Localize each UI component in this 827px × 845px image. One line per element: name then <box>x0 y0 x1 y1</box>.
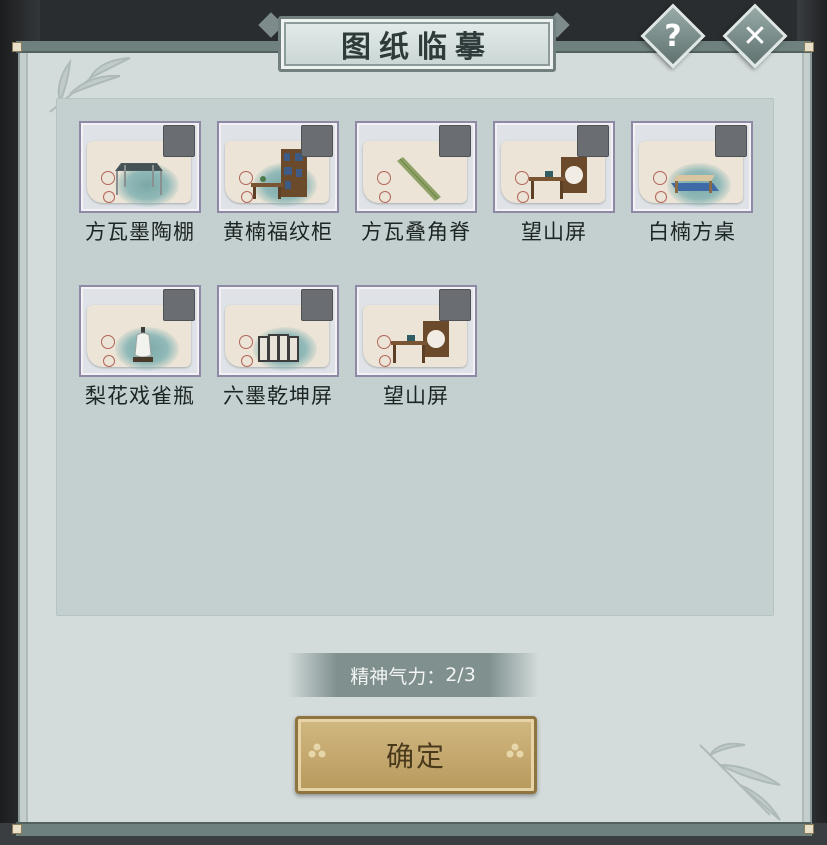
blueprint-thumbnail <box>79 285 201 377</box>
rail-cap <box>804 824 814 834</box>
blueprint-card[interactable]: 方瓦叠角脊 <box>355 121 477 246</box>
item-slot <box>439 125 471 157</box>
item-slot <box>163 289 195 321</box>
item-name: 方瓦叠角脊 <box>361 220 471 244</box>
confirm-label: 确定 <box>385 740 446 773</box>
blueprint-thumbnail <box>493 121 615 213</box>
blueprint-thumbnail <box>217 121 339 213</box>
rail-cap <box>12 824 22 834</box>
blueprint-card[interactable]: 黄楠福纹柜 <box>217 121 339 246</box>
item-name: 梨花戏雀瓶 <box>85 384 195 408</box>
blueprint-card[interactable]: 望山屏 <box>355 285 477 410</box>
blueprint-thumbnail <box>355 121 477 213</box>
page-title: 图纸临摹 <box>341 30 493 65</box>
item-name: 白楠方桌 <box>648 220 736 244</box>
blueprint-card[interactable]: 白楠方桌 <box>631 121 753 246</box>
item-name: 望山屏 <box>521 220 587 244</box>
title-plate: 图纸临摹 <box>278 16 556 72</box>
bamboo-decoration-icon <box>699 742 781 821</box>
item-name: 黄楠福纹柜 <box>223 220 333 244</box>
item-name: 望山屏 <box>383 384 449 408</box>
flower-ornament-icon <box>506 743 524 758</box>
item-slot <box>577 125 609 157</box>
close-icon: ✕ <box>742 18 768 54</box>
rail-cap <box>804 42 814 52</box>
spirit-label: 精神气力： <box>350 665 446 688</box>
blueprint-grid: 方瓦墨陶棚 黄楠福纹柜 方瓦叠角脊 望山屏 白楠方桌 梨花戏雀瓶 六墨乾坤屏 望… <box>56 98 774 616</box>
rail-cap <box>12 42 22 52</box>
item-slot <box>163 125 195 157</box>
blueprint-card[interactable]: 梨花戏雀瓶 <box>79 285 201 410</box>
item-name: 六墨乾坤屏 <box>223 384 333 408</box>
spirit-energy-bar: 精神气力： 2/3 <box>287 653 539 697</box>
item-slot <box>301 125 333 157</box>
blueprint-thumbnail <box>631 121 753 213</box>
flower-ornament-icon <box>308 743 326 758</box>
spirit-value: 2/3 <box>445 664 476 686</box>
blueprint-thumbnail <box>217 285 339 377</box>
item-slot <box>715 125 747 157</box>
confirm-button[interactable]: 确定 <box>295 716 537 794</box>
blueprint-thumbnail <box>355 285 477 377</box>
item-name: 方瓦墨陶棚 <box>85 220 195 244</box>
item-slot <box>439 289 471 321</box>
item-slot <box>301 289 333 321</box>
question-icon: ? <box>664 18 682 54</box>
blueprint-card[interactable]: 方瓦墨陶棚 <box>79 121 201 246</box>
blueprint-card[interactable]: 望山屏 <box>493 121 615 246</box>
blueprint-card[interactable]: 六墨乾坤屏 <box>217 285 339 410</box>
blueprint-thumbnail <box>79 121 201 213</box>
